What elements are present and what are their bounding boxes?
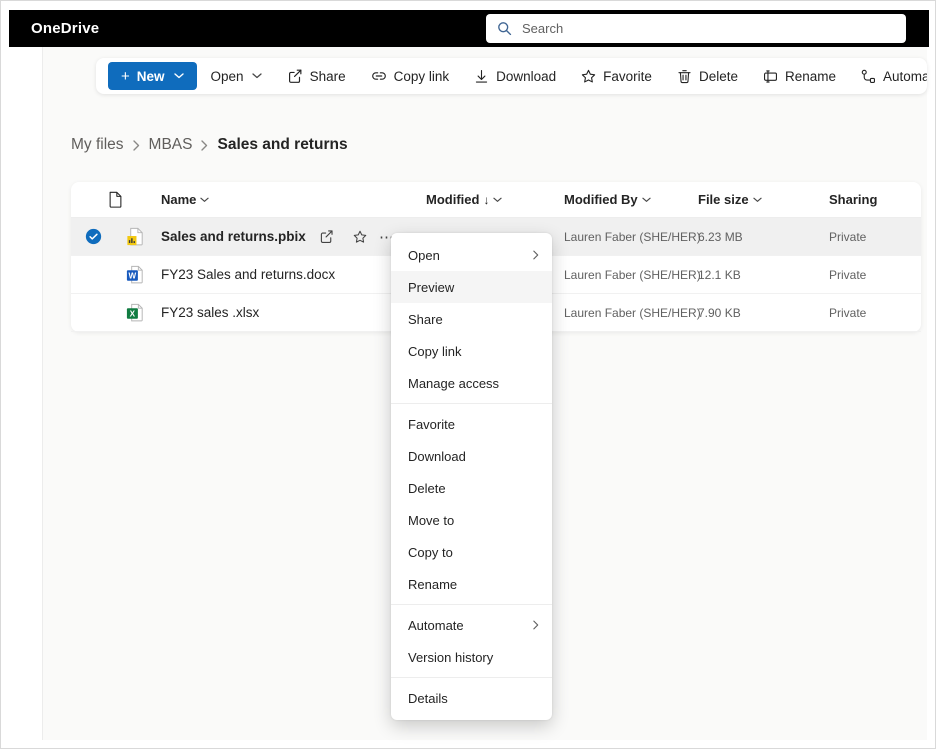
sharing-value: Private	[829, 229, 867, 244]
column-header-sharing[interactable]: Sharing	[829, 182, 877, 217]
breadcrumb-mbas[interactable]: MBAS	[149, 136, 193, 154]
download-icon	[475, 69, 488, 83]
menu-divider	[391, 403, 552, 404]
word-file-icon: W	[125, 256, 146, 293]
chevron-down-icon	[173, 73, 184, 79]
toolbar-automate-button[interactable]: Automate	[850, 61, 927, 91]
menu-divider	[391, 677, 552, 678]
row-favorite-star-icon[interactable]	[347, 218, 373, 255]
top-app-bar: OneDrive	[9, 10, 929, 47]
menu-item-rename[interactable]: Rename	[391, 568, 552, 600]
chevron-right-icon	[533, 250, 539, 260]
chevron-right-icon	[533, 620, 539, 630]
search-box[interactable]	[486, 14, 906, 43]
menu-item-delete[interactable]: Delete	[391, 472, 552, 504]
toolbar-delete-button[interactable]: Delete	[666, 61, 748, 91]
file-size-value: 7.90 KB	[698, 305, 741, 320]
row-share-icon[interactable]	[313, 218, 339, 255]
chevron-down-icon	[641, 197, 651, 202]
toolbar-open-label: Open	[210, 68, 244, 84]
menu-divider	[391, 604, 552, 605]
file-size-value: 12.1 KB	[698, 267, 741, 282]
toolbar-rename-label: Rename	[784, 68, 837, 84]
menu-item-manage-access[interactable]: Manage access	[391, 367, 552, 399]
menu-item-copy-to[interactable]: Copy to	[391, 536, 552, 568]
menu-item-favorite[interactable]: Favorite	[391, 408, 552, 440]
flow-icon	[861, 69, 876, 83]
chevron-right-icon	[201, 139, 208, 151]
new-button-label: New	[136, 68, 165, 84]
app-title: OneDrive	[31, 20, 100, 37]
column-header-modified-by[interactable]: Modified By	[564, 182, 651, 217]
modified-by-value: Lauren Faber (SHE/HER)	[564, 267, 701, 282]
column-header-file-size[interactable]: File size	[698, 182, 762, 217]
svg-text:X: X	[130, 309, 136, 318]
menu-item-version-history[interactable]: Version history	[391, 641, 552, 673]
menu-item-automate[interactable]: Automate	[391, 609, 552, 641]
selection-check-icon[interactable]	[85, 218, 102, 255]
search-input[interactable]	[522, 21, 896, 36]
file-size-value: 6.23 MB	[698, 229, 743, 244]
column-header-name[interactable]: Name	[161, 182, 210, 217]
trash-icon	[678, 69, 691, 83]
toolbar-favorite-label: Favorite	[603, 68, 652, 84]
new-button[interactable]: + New	[108, 62, 197, 90]
share-icon	[288, 69, 301, 83]
menu-item-copy-link[interactable]: Copy link	[391, 335, 552, 367]
toolbar-copy-link-button[interactable]: Copy link	[360, 61, 460, 91]
modified-by-value: Lauren Faber (SHE/HER)	[564, 229, 701, 244]
toolbar-download-label: Download	[496, 68, 557, 84]
excel-file-icon: X	[125, 294, 146, 331]
chevron-down-icon	[251, 73, 262, 79]
menu-item-share[interactable]: Share	[391, 303, 552, 335]
toolbar-favorite-button[interactable]: Favorite	[570, 61, 662, 91]
file-name[interactable]: FY23 Sales and returns.docx	[161, 256, 335, 293]
left-rail	[9, 47, 43, 740]
menu-item-download[interactable]: Download	[391, 440, 552, 472]
command-toolbar: + New Open Share Copy link Download Favo…	[96, 58, 927, 94]
sharing-value: Private	[829, 305, 867, 320]
modified-by-value: Lauren Faber (SHE/HER)	[564, 305, 701, 320]
search-icon	[498, 22, 512, 36]
chevron-down-icon	[752, 197, 762, 202]
breadcrumb: My files MBAS Sales and returns	[71, 136, 348, 154]
context-menu: Open Preview Share Copy link Manage acce…	[391, 233, 552, 720]
menu-item-move-to[interactable]: Move to	[391, 504, 552, 536]
toolbar-download-button[interactable]: Download	[463, 61, 566, 91]
sort-descending-icon: ↓	[483, 192, 490, 207]
menu-item-preview[interactable]: Preview	[391, 271, 552, 303]
document-icon	[109, 191, 122, 208]
toolbar-share-label: Share	[309, 68, 346, 84]
link-icon	[371, 72, 386, 80]
toolbar-share-button[interactable]: Share	[276, 61, 356, 91]
svg-text:W: W	[129, 271, 137, 280]
plus-icon: +	[121, 67, 130, 85]
toolbar-rename-button[interactable]: Rename	[752, 61, 846, 91]
toolbar-automate-label: Automate	[883, 68, 927, 84]
toolbar-delete-label: Delete	[698, 68, 738, 84]
star-icon	[581, 69, 596, 82]
breadcrumb-my-files[interactable]: My files	[71, 136, 124, 154]
sharing-value: Private	[829, 267, 867, 282]
file-type-column-icon	[108, 182, 123, 217]
file-list-header: Name Modified ↓ Modified By File size Sh…	[71, 182, 921, 218]
menu-item-open[interactable]: Open	[391, 239, 552, 271]
chevron-right-icon	[132, 139, 140, 151]
toolbar-copy-link-label: Copy link	[393, 68, 450, 84]
file-name[interactable]: Sales and returns.pbix	[161, 218, 306, 255]
chevron-down-icon	[200, 197, 210, 202]
powerbi-file-icon	[125, 218, 146, 255]
file-name[interactable]: FY23 sales .xlsx	[161, 294, 259, 331]
menu-item-details[interactable]: Details	[391, 682, 552, 714]
toolbar-open-button[interactable]: Open	[201, 61, 272, 91]
column-header-modified[interactable]: Modified ↓	[426, 182, 503, 217]
onedrive-window: OneDrive + New Open Share Copy link Dow	[0, 0, 936, 749]
rename-icon	[763, 69, 777, 83]
chevron-down-icon	[493, 197, 503, 202]
breadcrumb-current-folder: Sales and returns	[217, 136, 348, 153]
